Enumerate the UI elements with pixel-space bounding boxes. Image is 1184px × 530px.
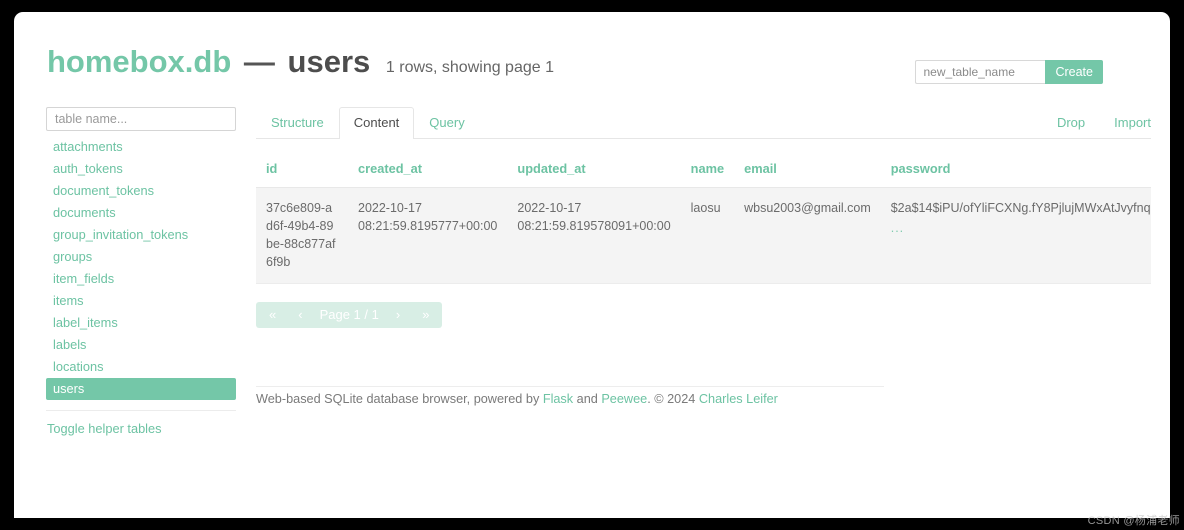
database-name: homebox.db <box>47 44 232 79</box>
main-panel: Structure Content Query Drop Import id c… <box>256 107 1151 328</box>
list-item: group_invitation_tokens <box>46 224 236 246</box>
cell-id: 37c6e809-ad6f-49b4-89be-88c877af6f9b <box>256 187 348 284</box>
sidebar-item-locations[interactable]: locations <box>46 356 236 378</box>
list-item: groups <box>46 246 236 268</box>
sidebar-item-users[interactable]: users <box>46 378 236 400</box>
author-link[interactable]: Charles Leifer <box>699 392 778 406</box>
list-item: documents <box>46 202 236 224</box>
current-table-name: users <box>287 44 371 79</box>
column-header-name[interactable]: name <box>680 161 735 188</box>
new-table-name-input[interactable] <box>915 60 1046 84</box>
column-header-created-at[interactable]: created_at <box>348 161 508 188</box>
list-item: document_tokens <box>46 180 236 202</box>
flask-link[interactable]: Flask <box>543 392 573 406</box>
sidebar-item-items[interactable]: items <box>46 290 236 312</box>
column-header-id[interactable]: id <box>256 161 348 188</box>
row-count-info: 1 rows, showing page 1 <box>385 59 554 76</box>
pagination-prev-button[interactable]: ‹ <box>287 302 313 328</box>
sidebar-item-attachments[interactable]: attachments <box>46 136 236 158</box>
expand-password-link[interactable]: ... <box>891 219 1151 237</box>
password-hash-text: $2a$14$iPU/ofYliFCXNg.fY8PjlujMWxAtJvyfn… <box>890 201 1151 215</box>
footer-text-and: and <box>573 392 602 406</box>
data-table-container: id created_at updated_at name email pass… <box>256 161 1151 284</box>
list-item: locations <box>46 356 236 378</box>
footer-text-before: Web-based SQLite database browser, power… <box>256 392 543 406</box>
column-header-password[interactable]: password <box>880 161 1151 188</box>
sidebar-item-labels[interactable]: labels <box>46 334 236 356</box>
tab-query[interactable]: Query <box>414 107 479 139</box>
table-filter-input[interactable] <box>46 107 236 131</box>
screen: homebox.db — users 1 rows, showing page … <box>0 0 1184 530</box>
tab-actions: Drop Import <box>1028 115 1151 138</box>
create-table-button[interactable]: Create <box>1045 60 1103 84</box>
sidebar-item-group-invitation-tokens[interactable]: group_invitation_tokens <box>46 224 236 246</box>
table-header-row: id created_at updated_at name email pass… <box>256 161 1151 188</box>
list-item: item_fields <box>46 268 236 290</box>
footer-divider <box>256 386 884 387</box>
cell-name: laosu <box>680 187 735 284</box>
sidebar-item-item-fields[interactable]: item_fields <box>46 268 236 290</box>
sidebar-divider <box>46 410 236 411</box>
sidebar-item-label-items[interactable]: label_items <box>46 312 236 334</box>
footer-text-copyright: . © 2024 <box>647 392 699 406</box>
peewee-link[interactable]: Peewee <box>601 392 647 406</box>
table-body: 37c6e809-ad6f-49b4-89be-88c877af6f9b 202… <box>256 187 1151 284</box>
pagination: « ‹ Page 1 / 1 › » <box>256 302 443 328</box>
footer: Web-based SQLite database browser, power… <box>256 390 778 408</box>
drop-table-link[interactable]: Drop <box>1057 115 1085 130</box>
created-at-time: 08:21:59.8195777+00:00 <box>358 219 498 233</box>
watermark: CSDN @杨浦老师 <box>1087 515 1180 527</box>
table-row: 37c6e809-ad6f-49b4-89be-88c877af6f9b 202… <box>256 187 1151 284</box>
tab-structure[interactable]: Structure <box>256 107 339 139</box>
cell-updated-at: 2022-10-17 08:21:59.819578091+00:00 <box>507 187 681 284</box>
updated-at-date: 2022-10-17 <box>517 201 582 215</box>
sidebar-item-auth-tokens[interactable]: auth_tokens <box>46 158 236 180</box>
cell-email: wbsu2003@gmail.com <box>734 187 881 284</box>
list-item: users <box>46 378 236 400</box>
column-header-email[interactable]: email <box>734 161 881 188</box>
import-link[interactable]: Import <box>1114 115 1151 130</box>
list-item: items <box>46 290 236 312</box>
sidebar-item-document-tokens[interactable]: document_tokens <box>46 180 236 202</box>
updated-at-time: 08:21:59.819578091+00:00 <box>517 219 671 233</box>
sidebar-item-groups[interactable]: groups <box>46 246 236 268</box>
window-content: homebox.db — users 1 rows, showing page … <box>14 12 1170 518</box>
table-list: attachments auth_tokens document_tokens … <box>46 136 236 400</box>
browser-window: homebox.db — users 1 rows, showing page … <box>14 12 1170 518</box>
cell-created-at: 2022-10-17 08:21:59.8195777+00:00 <box>348 187 508 284</box>
table-head: id created_at updated_at name email pass… <box>256 161 1151 188</box>
pagination-next-button[interactable]: › <box>385 302 411 328</box>
pagination-last-button[interactable]: » <box>411 302 440 328</box>
cell-password: $2a$14$iPU/ofYliFCXNg.fY8PjlujMWxAtJvyfn… <box>880 187 1151 284</box>
data-table: id created_at updated_at name email pass… <box>256 161 1151 284</box>
tab-bar: Structure Content Query Drop Import <box>256 107 1151 139</box>
list-item: labels <box>46 334 236 356</box>
page-header: homebox.db — users 1 rows, showing page … <box>47 42 1137 90</box>
column-header-updated-at[interactable]: updated_at <box>507 161 681 188</box>
title-separator: — <box>243 44 275 79</box>
pagination-first-button[interactable]: « <box>258 302 287 328</box>
tab-content[interactable]: Content <box>338 107 415 139</box>
pagination-page-label: Page 1 / 1 <box>319 307 379 322</box>
created-at-date: 2022-10-17 <box>358 201 422 215</box>
list-item: auth_tokens <box>46 158 236 180</box>
sidebar-item-documents[interactable]: documents <box>46 202 236 224</box>
list-item: label_items <box>46 312 236 334</box>
sidebar: attachments auth_tokens document_tokens … <box>46 107 236 438</box>
create-table-form: Create <box>915 60 1103 84</box>
toggle-helper-tables-link[interactable]: Toggle helper tables <box>46 421 162 436</box>
list-item: attachments <box>46 136 236 158</box>
